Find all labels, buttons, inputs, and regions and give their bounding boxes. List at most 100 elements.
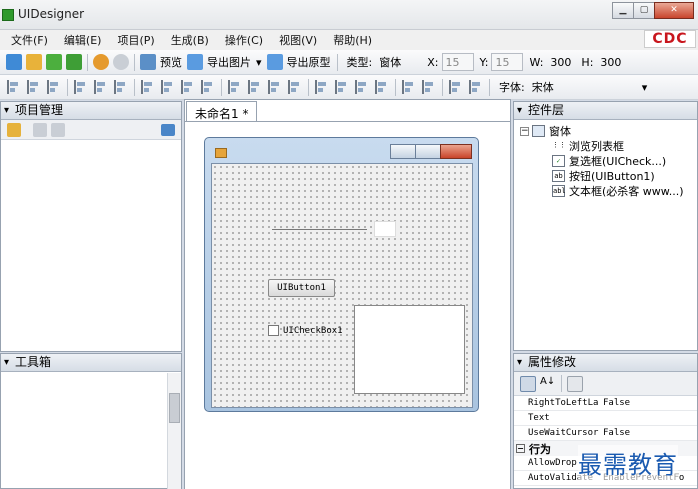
align-middle-icon[interactable] bbox=[94, 80, 108, 94]
h-label: H: bbox=[581, 55, 594, 69]
tree-item-button[interactable]: ab 按钮(UIButton1) bbox=[552, 168, 655, 184]
textbox-control[interactable] bbox=[354, 305, 465, 394]
menu-operation[interactable]: 操作(C) bbox=[219, 32, 269, 48]
export-prototype-button[interactable]: 导出原型 bbox=[287, 54, 331, 70]
h-field[interactable]: 300 bbox=[600, 56, 621, 69]
font-select[interactable]: 宋体 bbox=[532, 79, 636, 95]
property-name: UseWaitCursor bbox=[528, 428, 599, 438]
preview-icon[interactable] bbox=[140, 54, 156, 70]
align-left-icon[interactable] bbox=[7, 80, 21, 94]
maximize-button[interactable]: ▢ bbox=[633, 2, 655, 19]
toolbox-scrollbar[interactable] bbox=[167, 373, 181, 489]
tree-item-listview[interactable]: ⋮⋮ 浏览列表框 bbox=[552, 138, 624, 154]
h-spacing-increase-icon[interactable] bbox=[248, 80, 262, 94]
form-close-button[interactable] bbox=[440, 144, 472, 159]
delete-icon[interactable] bbox=[51, 122, 65, 137]
tree-item-checkbox[interactable]: ✓ 复选框(UICheck...) bbox=[552, 153, 666, 169]
window-controls: ▁ ▢ ✕ bbox=[612, 2, 694, 20]
redo-icon[interactable] bbox=[113, 54, 129, 70]
tree-item-label: 文本框(必杀客 www...) bbox=[569, 185, 684, 198]
new-project-icon[interactable] bbox=[6, 54, 22, 70]
toolbar-separator bbox=[336, 53, 338, 71]
property-row[interactable]: Text bbox=[514, 411, 697, 426]
listview-control[interactable] bbox=[272, 221, 397, 239]
tree-root[interactable]: − 窗体 bbox=[520, 123, 571, 139]
uicheckbox1-control[interactable]: UICheckBox1 bbox=[268, 325, 343, 336]
menu-view[interactable]: 视图(V) bbox=[273, 32, 323, 48]
form-client-area[interactable]: UIButton1 UICheckBox1 bbox=[211, 163, 473, 408]
checkbox-label: UICheckBox1 bbox=[283, 325, 343, 336]
preview-button[interactable]: 预览 bbox=[160, 54, 182, 70]
controls-panel-title: 控件层 bbox=[514, 102, 697, 120]
save-icon[interactable] bbox=[46, 54, 62, 70]
menu-bar: 文件(F) 编辑(E) 项目(P) 生成(B) 操作(C) 视图(V) 帮助(H… bbox=[0, 30, 698, 50]
same-height-icon[interactable] bbox=[161, 80, 175, 94]
v-spacing-remove-icon[interactable] bbox=[375, 80, 389, 94]
property-row[interactable]: RightToLeftLa False bbox=[514, 396, 697, 411]
type-label: 类型: bbox=[346, 56, 373, 69]
sort-alpha-icon[interactable]: A↓ bbox=[540, 376, 556, 392]
export-image-dropdown-icon[interactable]: ▾ bbox=[256, 56, 262, 69]
h-spacing-equal-icon[interactable] bbox=[228, 80, 242, 94]
undo-icon[interactable] bbox=[93, 54, 109, 70]
same-size-icon[interactable] bbox=[181, 80, 195, 94]
tree-item-label: 按钮(UIButton1) bbox=[569, 170, 655, 183]
export-image-button[interactable]: 导出图片 bbox=[207, 54, 251, 70]
y-field[interactable]: 15 bbox=[491, 53, 524, 71]
form-maximize-button[interactable] bbox=[415, 144, 441, 159]
toolbar-separator bbox=[489, 78, 490, 96]
v-spacing-increase-icon[interactable] bbox=[335, 80, 349, 94]
tree-item-textbox[interactable]: abl 文本框(必杀客 www...) bbox=[552, 183, 684, 199]
x-field[interactable]: 15 bbox=[441, 53, 474, 71]
checkbox-box[interactable] bbox=[268, 325, 279, 336]
export-image-icon[interactable] bbox=[187, 54, 203, 70]
send-back-icon[interactable] bbox=[469, 80, 483, 94]
close-button[interactable]: ✕ bbox=[654, 2, 694, 19]
align-right-icon[interactable] bbox=[47, 80, 61, 94]
property-pages-icon[interactable] bbox=[567, 375, 583, 392]
property-value[interactable]: False bbox=[603, 428, 630, 438]
toolbox-panel: 工具箱 bbox=[0, 353, 182, 489]
form-window[interactable]: UIButton1 UICheckBox1 bbox=[204, 137, 479, 412]
grid-snap-icon[interactable] bbox=[201, 80, 215, 94]
menu-help[interactable]: 帮助(H) bbox=[327, 32, 378, 48]
bring-front-icon[interactable] bbox=[449, 80, 463, 94]
v-spacing-decrease-icon[interactable] bbox=[355, 80, 369, 94]
same-width-icon[interactable] bbox=[141, 80, 155, 94]
group-collapse-icon[interactable]: − bbox=[516, 444, 525, 453]
align-top-icon[interactable] bbox=[74, 80, 88, 94]
toolbox-panel-title: 工具箱 bbox=[1, 354, 181, 372]
menu-file[interactable]: 文件(F) bbox=[5, 32, 54, 48]
toolbar-separator bbox=[442, 78, 443, 96]
align-bottom-icon[interactable] bbox=[114, 80, 128, 94]
menu-edit[interactable]: 编辑(E) bbox=[58, 32, 108, 48]
property-value[interactable]: False bbox=[603, 398, 630, 408]
form-minimize-button[interactable] bbox=[390, 144, 416, 159]
add-folder-icon[interactable] bbox=[33, 122, 47, 137]
uibutton1-control[interactable]: UIButton1 bbox=[268, 279, 335, 297]
save-all-icon[interactable] bbox=[66, 54, 82, 70]
v-spacing-equal-icon[interactable] bbox=[315, 80, 329, 94]
align-center-icon[interactable] bbox=[27, 80, 41, 94]
h-spacing-decrease-icon[interactable] bbox=[268, 80, 282, 94]
h-spacing-remove-icon[interactable] bbox=[288, 80, 302, 94]
refresh-icon[interactable] bbox=[161, 124, 175, 136]
menu-build[interactable]: 生成(B) bbox=[165, 32, 215, 48]
center-horizontal-icon[interactable] bbox=[402, 80, 416, 94]
document-tab[interactable]: 未命名1 * bbox=[186, 101, 258, 121]
open-folder-icon[interactable] bbox=[26, 54, 42, 70]
categorized-icon[interactable] bbox=[520, 375, 536, 392]
menu-project[interactable]: 项目(P) bbox=[111, 32, 160, 48]
toolbar-separator bbox=[134, 53, 135, 71]
toolbar-separator bbox=[87, 53, 88, 71]
y-label: Y: bbox=[479, 55, 489, 69]
minimize-button[interactable]: ▁ bbox=[612, 2, 634, 19]
property-row[interactable]: UseWaitCursor False bbox=[514, 426, 697, 441]
font-dropdown-icon[interactable]: ▾ bbox=[642, 81, 648, 94]
w-field[interactable]: 300 bbox=[550, 56, 571, 69]
add-file-icon[interactable] bbox=[7, 122, 21, 137]
center-vertical-icon[interactable] bbox=[422, 80, 436, 94]
export-prototype-icon[interactable] bbox=[266, 54, 283, 70]
tree-collapse-icon[interactable]: − bbox=[520, 126, 529, 136]
scroll-thumb[interactable] bbox=[169, 393, 180, 423]
